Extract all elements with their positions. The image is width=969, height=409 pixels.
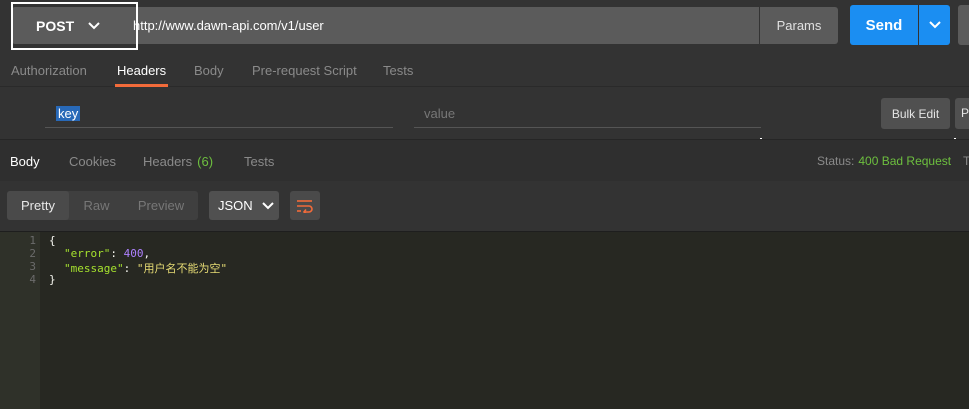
- line-number: 1: [29, 234, 36, 247]
- response-tabs: Body Cookies Headers (6) Tests Status: 4…: [0, 139, 969, 181]
- response-view-bar: Pretty Raw Preview JSON: [0, 181, 969, 231]
- view-mode-pretty[interactable]: Pretty: [7, 191, 69, 220]
- chevron-down-icon: [928, 21, 941, 29]
- send-dropdown-button[interactable]: [919, 5, 950, 45]
- wrap-lines-icon: [296, 199, 314, 213]
- json-value-message: "用户名不能为空": [136, 262, 228, 275]
- response-tab-headers-label: Headers: [143, 153, 193, 169]
- view-mode-selector: Pretty Raw Preview: [7, 191, 198, 220]
- request-bar: POST http://www.dawn-api.com/v1/user Par…: [0, 0, 969, 53]
- line-number: 2: [29, 247, 36, 260]
- wrap-lines-button[interactable]: [290, 191, 320, 220]
- response-tab-headers[interactable]: Headers (6): [143, 140, 213, 182]
- open-brace: {: [49, 234, 56, 247]
- json-key-message: "message": [64, 262, 124, 275]
- line-number: 3: [29, 260, 36, 273]
- save-button-partial[interactable]: [958, 5, 969, 45]
- view-mode-preview[interactable]: Preview: [124, 191, 198, 220]
- header-key-input[interactable]: key: [45, 100, 393, 128]
- close-brace: }: [49, 273, 56, 286]
- method-selector[interactable]: POST: [12, 7, 123, 44]
- url-text: http://www.dawn-api.com/v1/user: [133, 18, 324, 33]
- send-button[interactable]: Send: [850, 5, 918, 45]
- code-line: {: [49, 234, 56, 247]
- params-button[interactable]: Params: [760, 7, 838, 44]
- response-body-editor[interactable]: 1 2 3 4 { "error": 400, "message": "用户名不…: [0, 231, 969, 409]
- headers-editor: key value Bulk Edit P: [0, 88, 969, 138]
- response-tab-cookies[interactable]: Cookies: [69, 140, 116, 182]
- line-number-gutter: 1 2 3 4: [0, 232, 40, 409]
- response-time-partial: T: [963, 154, 969, 168]
- json-value-error: 400: [123, 247, 144, 260]
- status-value: 400 Bad Request: [858, 154, 952, 168]
- chevron-down-icon: [88, 19, 102, 33]
- method-label: POST: [36, 17, 75, 34]
- header-value-input[interactable]: value: [414, 100, 761, 128]
- tab-body[interactable]: Body: [194, 53, 224, 87]
- header-key-text: key: [56, 106, 81, 121]
- code-line: "error": 400,: [64, 247, 151, 260]
- tab-pre-request-script[interactable]: Pre-request Script: [252, 53, 357, 87]
- tab-tests[interactable]: Tests: [383, 53, 413, 87]
- status-label: Status:: [817, 154, 855, 168]
- request-tabs: Authorization Headers Body Pre-request S…: [0, 53, 969, 87]
- code-line: }: [49, 273, 56, 286]
- line-number: 4: [29, 273, 36, 286]
- tab-authorization[interactable]: Authorization: [11, 53, 87, 87]
- chevron-down-icon: [261, 201, 274, 210]
- json-key-error: "error": [64, 247, 111, 260]
- presets-button-partial[interactable]: P: [955, 98, 969, 129]
- view-mode-raw[interactable]: Raw: [69, 191, 124, 220]
- tab-headers[interactable]: Headers: [114, 53, 169, 87]
- url-input[interactable]: http://www.dawn-api.com/v1/user: [123, 7, 759, 44]
- response-headers-count: (6): [197, 153, 214, 169]
- response-tab-tests[interactable]: Tests: [244, 140, 274, 182]
- format-dropdown[interactable]: JSON: [209, 191, 279, 220]
- response-tab-body[interactable]: Body: [10, 140, 40, 182]
- response-status: Status: 400 Bad Request: [817, 140, 951, 182]
- code-line: "message": "用户名不能为空": [64, 262, 228, 275]
- format-label: JSON: [218, 198, 253, 213]
- bulk-edit-button[interactable]: Bulk Edit: [881, 98, 950, 129]
